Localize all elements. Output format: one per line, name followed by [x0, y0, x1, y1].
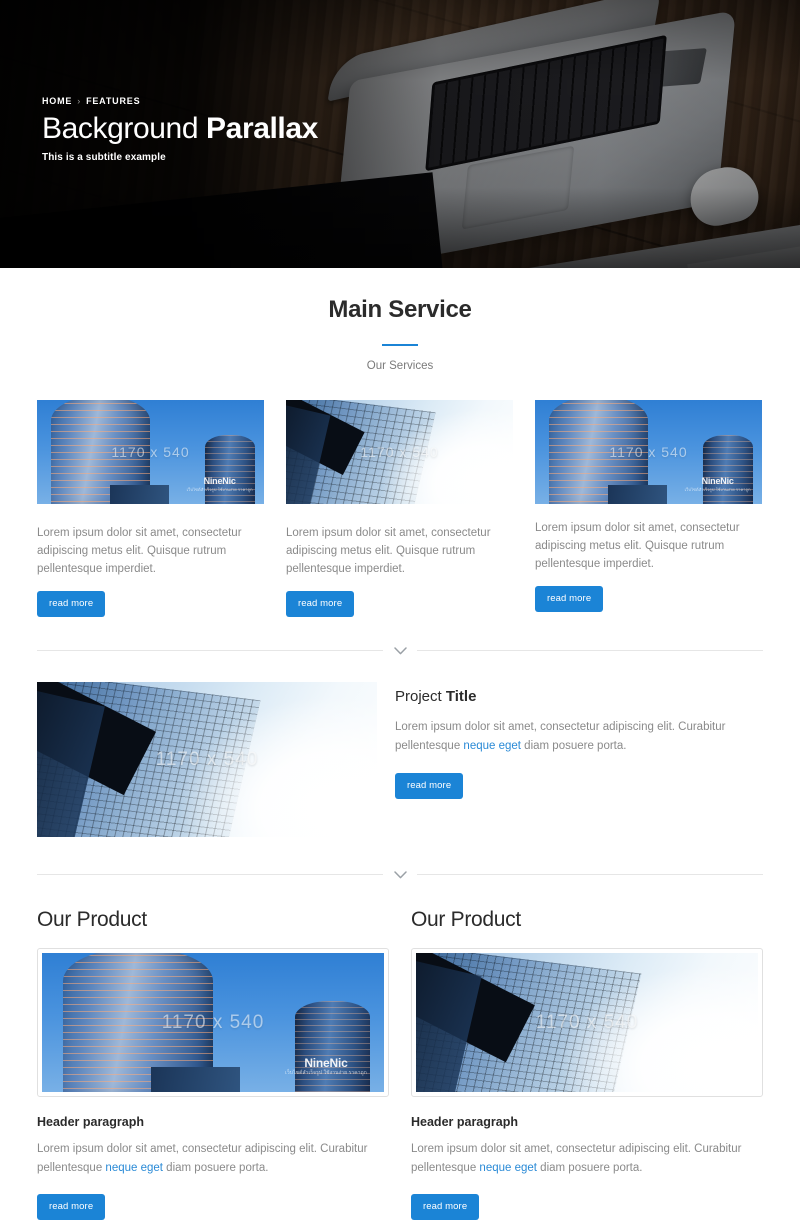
chevron-down-icon[interactable] — [383, 639, 417, 662]
section-header: Main Service Our Services — [0, 268, 800, 372]
services-container: NineNic เว็บไซต์สำเร็จรูป ใช้งานง่าย ราค… — [37, 400, 763, 618]
project-text: Lorem ipsum dolor sit amet, consectetur … — [395, 718, 763, 755]
read-more-button[interactable]: read more — [37, 591, 106, 618]
service-card-text: Lorem ipsum dolor sit amet, consectetur … — [286, 527, 491, 576]
service-card-image[interactable]: NineNic เว็บไซต์สำเร็จรูป ใช้งานง่าย ราค… — [535, 400, 762, 504]
product-image-frame[interactable]: NineNic เว็บไซต์สำเร็จรูป ใช้งานง่าย ราค… — [37, 948, 389, 1098]
hero-content: HOME › FEATURES Background Parallax This i… — [42, 96, 318, 163]
project-row: 1170 x 540 Project Title Lorem ipsum dol… — [37, 682, 763, 838]
breadcrumb-item-home[interactable]: HOME — [42, 96, 72, 106]
project-inline-link[interactable]: neque eget — [463, 740, 521, 752]
image-watermark: NineNic เว็บไซต์สำเร็จรูป ใช้งานง่าย ราค… — [186, 475, 253, 492]
service-card: 1170 x 540 Lorem ipsum dolor sit amet, c… — [286, 400, 513, 618]
read-more-button[interactable]: read more — [395, 772, 464, 799]
breadcrumb-separator-icon: › — [77, 96, 82, 106]
project-title-light: Project — [395, 688, 446, 706]
tower-base-building — [109, 485, 169, 504]
read-more-button[interactable]: read more — [286, 591, 355, 618]
product-title: Our Product — [411, 908, 521, 932]
image-placeholder-label: 1170 x 540 — [111, 444, 190, 460]
product-heading: Header paragraph — [411, 1115, 518, 1130]
image-watermark: NineNic เว็บไซต์สำเร็จรูป ใช้งานง่าย ราค… — [285, 1057, 367, 1076]
watermark-tagline: เว็บไซต์สำเร็จรูป ใช้งานง่าย ราคาถูก — [285, 1069, 367, 1076]
breadcrumb: HOME › FEATURES — [42, 96, 318, 106]
section-divider — [37, 863, 763, 886]
product-list: Our Product NineNic เว็บไซต์สำเร็จรูป ใช… — [37, 908, 763, 1220]
chevron-down-icon[interactable] — [383, 863, 417, 886]
project-body: Project Title Lorem ipsum dolor sit amet… — [395, 682, 763, 799]
product-column: Our Product 1170 x 540 Header paragraph … — [411, 908, 763, 1220]
service-card-text: Lorem ipsum dolor sit amet, consectetur … — [37, 527, 242, 576]
products-section: Our Product NineNic เว็บไซต์สำเร็จรูป ใช… — [37, 908, 763, 1220]
product-title: Our Product — [37, 908, 147, 932]
breadcrumb-item-current: FEATURES — [86, 96, 141, 106]
image-placeholder-label: 1170 x 540 — [360, 444, 439, 460]
product-text: Lorem ipsum dolor sit amet, consectetur … — [37, 1140, 389, 1177]
section-subtitle: Our Services — [366, 360, 434, 372]
section-divider — [37, 639, 763, 662]
project-section: 1170 x 540 Project Title Lorem ipsum dol… — [37, 682, 763, 838]
project-image[interactable]: 1170 x 540 — [37, 682, 377, 838]
product-text: Lorem ipsum dolor sit amet, consectetur … — [411, 1140, 763, 1177]
project-title: Project Title — [395, 688, 763, 705]
service-card-list: NineNic เว็บไซต์สำเร็จรูป ใช้งานง่าย ราค… — [37, 400, 763, 618]
main-service-section: Main Service Our Services NineNic เว็บไซ… — [0, 268, 800, 618]
image-placeholder-label: 1170 x 540 — [155, 748, 259, 770]
tower-base-building — [151, 1067, 241, 1093]
service-card: NineNic เว็บไซต์สำเร็จรูป ใช้งานง่าย ราค… — [37, 400, 264, 618]
watermark-brand: NineNic — [304, 1055, 348, 1070]
product-inline-link[interactable]: neque eget — [479, 1162, 537, 1174]
image-placeholder-label: 1170 x 540 — [535, 1011, 639, 1033]
watermark-tagline: เว็บไซต์สำเร็จรูป ใช้งานง่าย ราคาถูก — [684, 486, 751, 492]
project-text-after: diam posuere porta. — [520, 740, 627, 753]
service-card-image[interactable]: NineNic เว็บไซต์สำเร็จรูป ใช้งานง่าย ราค… — [37, 400, 264, 504]
product-image: NineNic เว็บไซต์สำเร็จรูป ใช้งานง่าย ราค… — [42, 953, 384, 1093]
read-more-button[interactable]: read more — [535, 586, 604, 613]
hero-title-light: Background — [42, 112, 207, 145]
service-card: NineNic เว็บไซต์สำเร็จรูป ใช้งานง่าย ราค… — [535, 400, 762, 617]
project-title-bold: Title — [445, 688, 477, 706]
image-placeholder-label: 1170 x 540 — [609, 444, 688, 460]
read-more-button[interactable]: read more — [411, 1193, 480, 1220]
service-card-image[interactable]: 1170 x 540 — [286, 400, 513, 504]
watermark-brand: NineNic — [203, 475, 236, 486]
hero-title: Background Parallax — [42, 113, 318, 145]
hero-title-bold: Parallax — [206, 112, 318, 145]
image-watermark: NineNic เว็บไซต์สำเร็จรูป ใช้งานง่าย ราค… — [684, 475, 751, 492]
image-placeholder-label: 1170 x 540 — [161, 1011, 265, 1033]
product-heading: Header paragraph — [37, 1115, 144, 1130]
title-underline-rule — [382, 344, 418, 346]
product-image: 1170 x 540 — [416, 953, 758, 1093]
product-image-frame[interactable]: 1170 x 540 — [411, 948, 763, 1098]
product-text-after: diam posuere porta. — [162, 1162, 269, 1175]
hero-banner: HOME › FEATURES Background Parallax This i… — [0, 0, 800, 268]
product-text-after: diam posuere porta. — [536, 1162, 643, 1175]
watermark-brand: NineNic — [701, 475, 734, 486]
read-more-button[interactable]: read more — [37, 1193, 106, 1220]
section-title: Main Service — [328, 296, 472, 323]
hero-subtitle: This is a subtitle example — [42, 151, 166, 163]
tower-base-building — [607, 485, 667, 504]
watermark-tagline: เว็บไซต์สำเร็จรูป ใช้งานง่าย ราคาถูก — [186, 486, 253, 492]
product-column: Our Product NineNic เว็บไซต์สำเร็จรูป ใช… — [37, 908, 389, 1220]
service-card-text: Lorem ipsum dolor sit amet, consectetur … — [535, 522, 740, 571]
product-inline-link[interactable]: neque eget — [105, 1162, 163, 1174]
